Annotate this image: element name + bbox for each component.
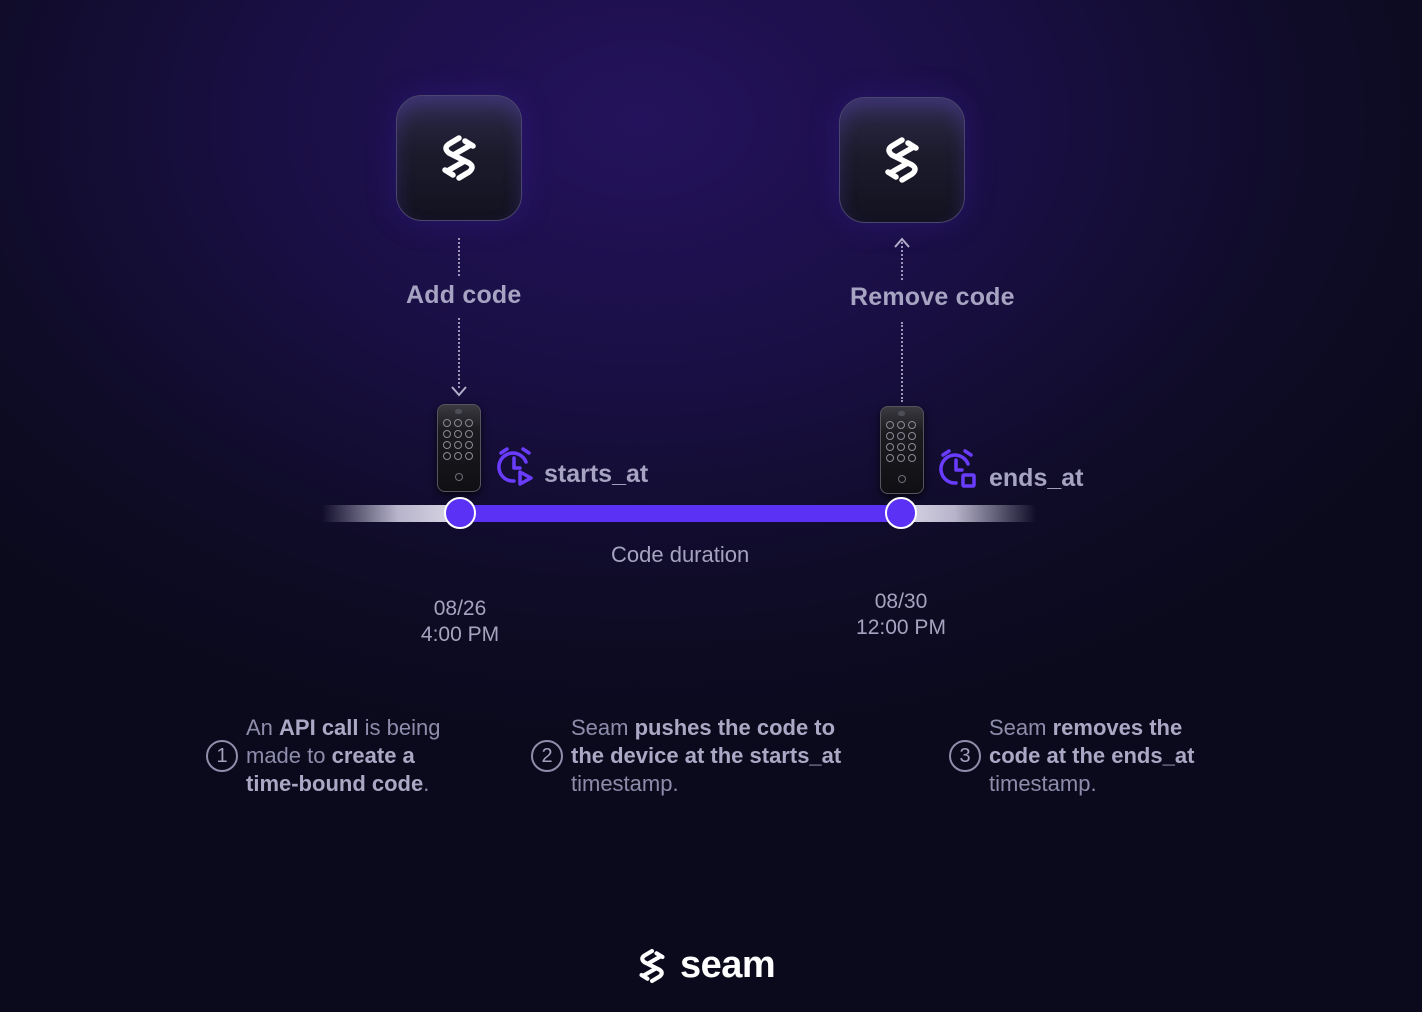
seam-app-tile-remove	[839, 97, 965, 223]
end-date: 08/30	[874, 590, 928, 613]
step-text: An API call is being made to create a ti…	[246, 715, 441, 796]
ends-at-label: ends_at	[989, 464, 1084, 492]
end-time: 12:00 PM	[856, 616, 946, 639]
arrow-down-icon	[451, 386, 467, 397]
timer-stop-icon	[939, 449, 976, 488]
start-time: 4:00 PM	[420, 623, 500, 646]
timeline-before	[322, 505, 460, 522]
step-number: 1	[206, 740, 238, 772]
seam-logo-icon	[639, 948, 665, 983]
remove-code-label: Remove code	[850, 283, 1015, 311]
remove-connector-bottom	[901, 322, 903, 402]
seam-logo-icon	[442, 135, 476, 181]
step-number: 2	[531, 740, 563, 772]
timeline-start-node	[444, 497, 476, 529]
end-datetime: 08/30 12:00 PM	[831, 589, 971, 641]
add-connector-top	[458, 238, 460, 276]
remove-connector-top	[901, 242, 903, 280]
seam-brand-logo: seam	[634, 944, 776, 987]
keypad-lock-start	[437, 404, 481, 492]
brand-wordmark: seam	[680, 944, 776, 986]
step-text: Seam pushes the code to the device at th…	[571, 715, 842, 796]
add-code-label: Add code	[406, 281, 522, 309]
seam-app-tile-add	[396, 95, 522, 221]
add-connector-bottom	[458, 318, 460, 388]
start-datetime: 08/26 4:00 PM	[390, 596, 530, 648]
code-duration-label: Code duration	[611, 542, 750, 567]
keypad-lock-end	[880, 406, 924, 494]
timeline-after	[900, 505, 1036, 522]
timeline-end-node	[885, 497, 917, 529]
timeline-active-duration	[460, 505, 900, 522]
start-date: 08/26	[433, 597, 487, 620]
step-number: 3	[949, 740, 981, 772]
seam-logo-icon	[885, 137, 919, 183]
timer-start-icon	[497, 447, 533, 486]
starts-at-label: starts_at	[544, 460, 649, 488]
step-text: Seam removes the code at the ends_at tim…	[989, 715, 1195, 796]
